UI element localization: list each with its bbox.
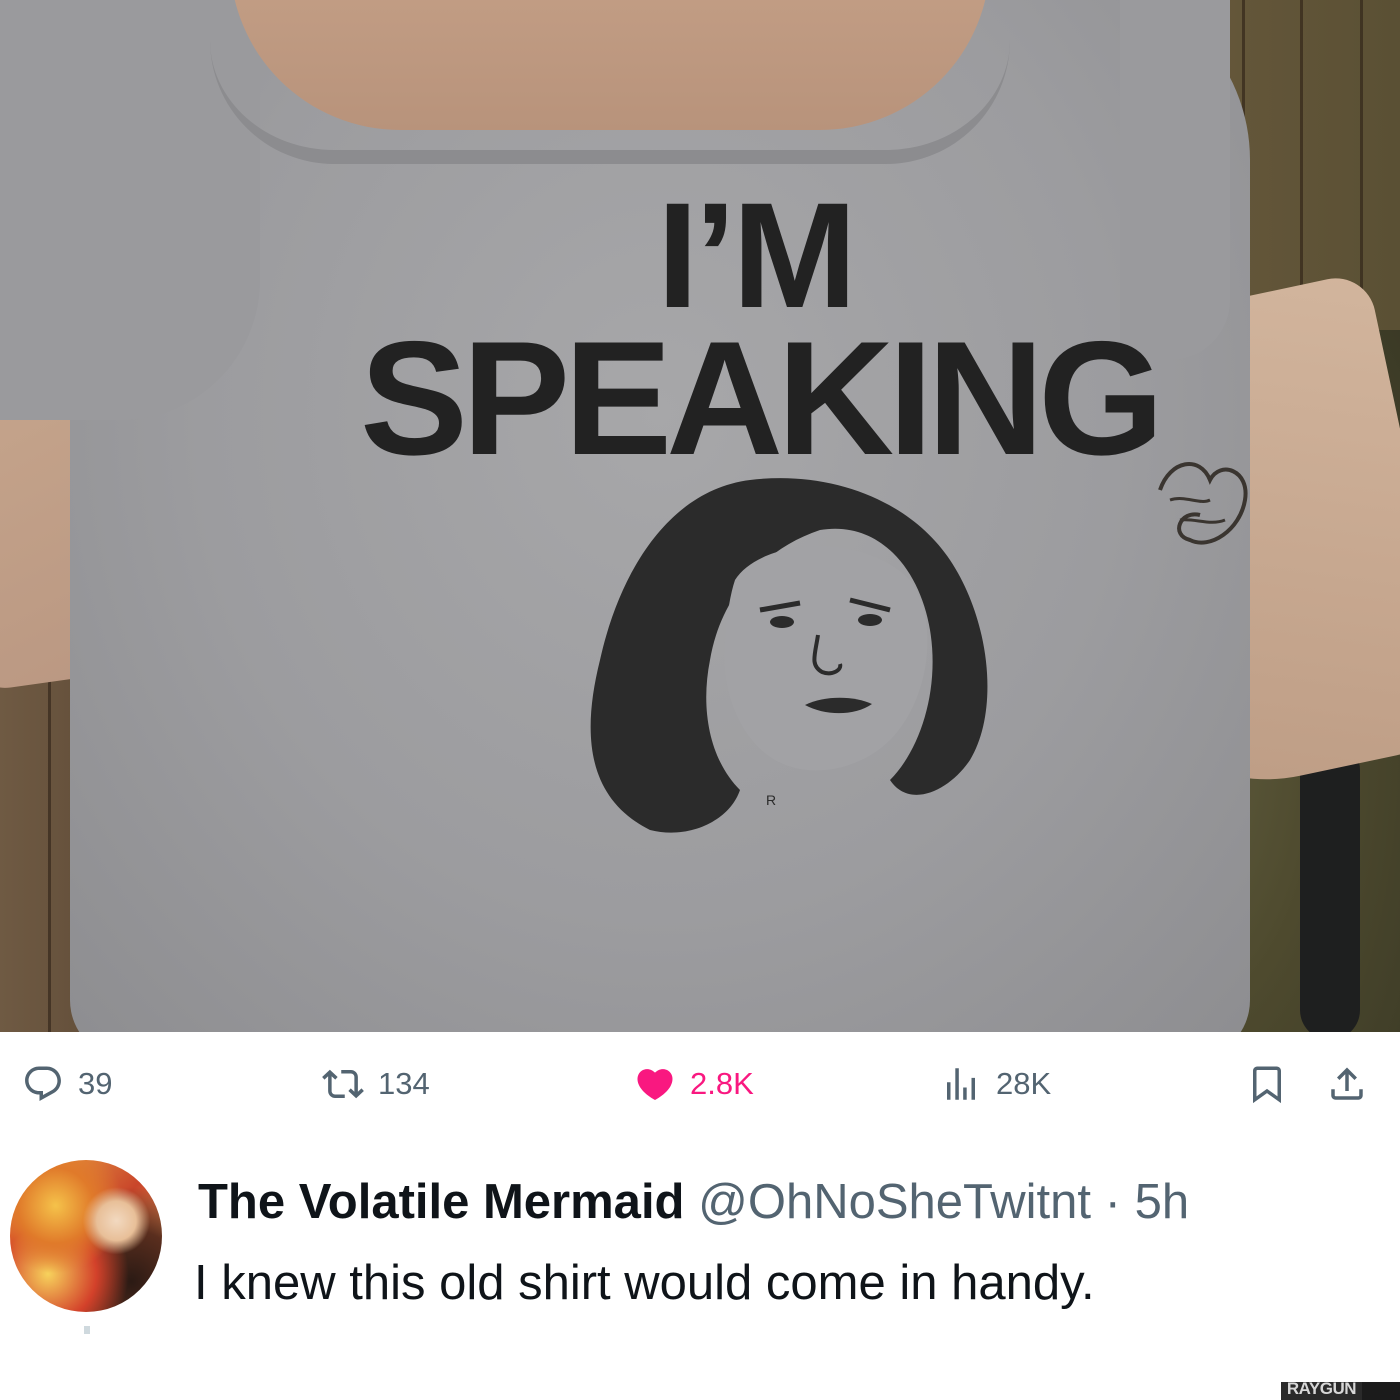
- arm-tattoo: [1158, 462, 1248, 545]
- reply-count: 39: [78, 1066, 113, 1101]
- views-button[interactable]: 28K: [940, 1062, 1051, 1106]
- author-handle[interactable]: @OhNoSheTwitnt: [698, 1175, 1091, 1229]
- shirt-collar: [210, 40, 1010, 164]
- share-button[interactable]: [1326, 1062, 1368, 1106]
- views-icon: [947, 1068, 975, 1100]
- reply-icon: [25, 1066, 61, 1101]
- reply-button[interactable]: 39: [22, 1062, 112, 1106]
- chair-leg-right: [1300, 740, 1360, 1032]
- bookmark-button[interactable]: [1246, 1062, 1288, 1106]
- retweet-icon: [322, 1069, 364, 1099]
- tweet-photo[interactable]: I’M SPEAKING R: [0, 0, 1400, 1032]
- retweet-count: 134: [378, 1066, 430, 1101]
- tweet-action-bar: 39 134 2.8K 28K: [0, 1032, 1400, 1132]
- share-icon: [1331, 1067, 1363, 1100]
- author-name[interactable]: The Volatile Mermaid: [198, 1175, 684, 1229]
- bookmark-icon: [1253, 1066, 1281, 1104]
- heart-icon: [637, 1069, 673, 1101]
- portrait-illustration: R: [590, 478, 988, 833]
- tweet-header: The Volatile Mermaid @OhNoSheTwitnt · 5h: [198, 1174, 1189, 1230]
- shirt-print-line-2: SPEAKING: [360, 308, 1164, 489]
- tweet-timestamp[interactable]: 5h: [1135, 1175, 1190, 1229]
- registered-mark: R: [766, 792, 776, 808]
- avatar[interactable]: [10, 1160, 162, 1312]
- like-button[interactable]: 2.8K: [634, 1062, 754, 1106]
- like-count: 2.8K: [690, 1066, 754, 1101]
- tweet: The Volatile Mermaid @OhNoSheTwitnt · 5h…: [0, 1132, 1400, 1382]
- retweet-button[interactable]: 134: [322, 1062, 430, 1106]
- thread-line: [84, 1326, 90, 1334]
- tweet-text: I knew this old shirt would come in hand…: [194, 1256, 1095, 1310]
- views-count: 28K: [996, 1066, 1052, 1101]
- separator-dot: ·: [1104, 1175, 1121, 1229]
